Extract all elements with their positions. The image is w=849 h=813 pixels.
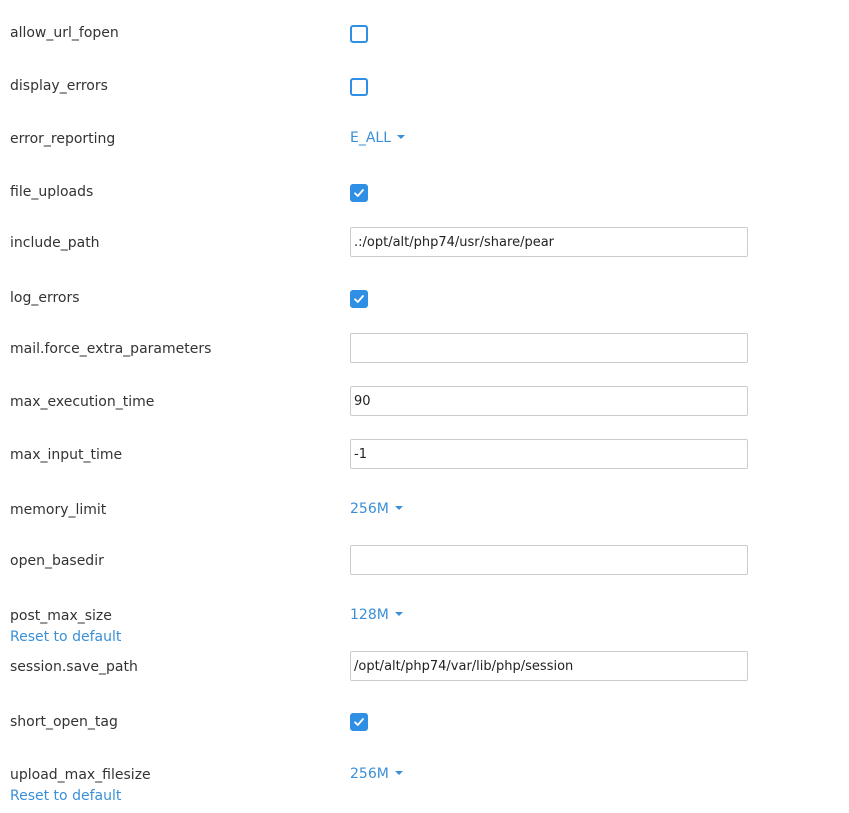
setting-label-open-basedir: open_basedir [10,553,104,569]
display-errors-checkbox[interactable] [350,78,368,96]
setting-label-allow-url-fopen: allow_url_fopen [10,25,119,41]
memory-limit-dropdown[interactable]: 256M [350,500,403,518]
setting-label-post-max-size: post_max_size [10,608,112,624]
post-max-size-reset-link[interactable]: Reset to default [10,628,121,646]
error-reporting-dropdown[interactable]: E_ALL [350,129,406,147]
log-errors-checkbox[interactable] [350,290,368,308]
session-save-path-input[interactable] [350,651,748,681]
memory-limit-value: 256M [350,501,389,517]
check-icon [354,718,364,726]
caret-down-icon [397,135,406,139]
file-uploads-checkbox[interactable] [350,184,368,202]
post-max-size-value: 128M [350,607,389,623]
max-execution-time-input[interactable] [350,386,748,416]
caret-down-icon [394,506,403,510]
post-max-size-dropdown[interactable]: 128M [350,606,403,624]
setting-label-error-reporting: error_reporting [10,131,116,147]
setting-label-upload-max-filesize: upload_max_filesize [10,767,151,783]
setting-label-include-path: include_path [10,235,100,251]
check-icon [354,295,364,303]
caret-down-icon [394,612,403,616]
setting-label-short-open-tag: short_open_tag [10,714,118,730]
mail-force-extra-parameters-input[interactable] [350,333,748,363]
upload-max-filesize-value: 256M [350,766,389,782]
max-input-time-input[interactable] [350,439,748,469]
setting-label-mail-force-extra-parameters: mail.force_extra_parameters [10,341,212,357]
open-basedir-input[interactable] [350,545,748,575]
setting-label-session-save-path: session.save_path [10,659,138,675]
include-path-input[interactable] [350,227,748,257]
setting-label-memory-limit: memory_limit [10,502,107,518]
setting-label-max-execution-time: max_execution_time [10,394,155,410]
error-reporting-value: E_ALL [350,130,392,146]
upload-max-filesize-reset-link[interactable]: Reset to default [10,787,121,805]
allow-url-fopen-checkbox[interactable] [350,25,368,43]
caret-down-icon [394,771,403,775]
short-open-tag-checkbox[interactable] [350,713,368,731]
upload-max-filesize-dropdown[interactable]: 256M [350,765,403,783]
setting-label-file-uploads: file_uploads [10,184,94,200]
setting-label-max-input-time: max_input_time [10,447,123,463]
setting-label-display-errors: display_errors [10,78,108,94]
check-icon [354,189,364,197]
setting-label-log-errors: log_errors [10,290,80,306]
